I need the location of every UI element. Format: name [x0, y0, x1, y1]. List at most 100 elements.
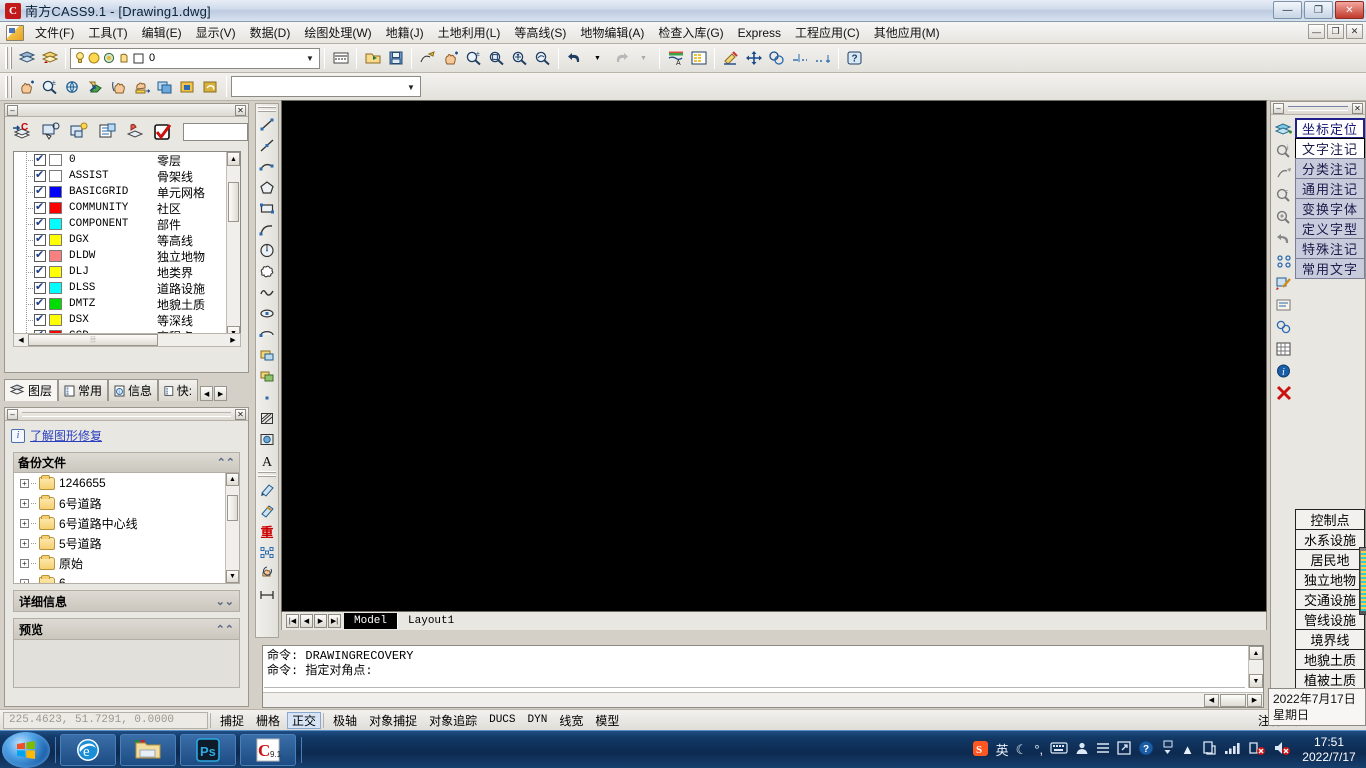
command-window[interactable]: 命令: DRAWINGRECOVERY 命令: 指定对角点: 命令: ▲ ▼ ◀…: [262, 645, 1264, 708]
globe-icon[interactable]: [61, 75, 84, 98]
toolbar-grip[interactable]: [5, 75, 12, 98]
cass-feature-pipeline[interactable]: 管线设施: [1295, 609, 1365, 630]
tab-model[interactable]: Model: [344, 613, 398, 629]
layer-color-swatch[interactable]: [49, 266, 62, 278]
sogou-icon[interactable]: S: [972, 740, 989, 760]
redraw-icon[interactable]: [256, 479, 278, 500]
expand-icon[interactable]: +: [20, 518, 29, 528]
chevron-up-icon[interactable]: ⌃⌃: [217, 456, 235, 469]
cass-menu-special-annotation[interactable]: 特殊注记: [1295, 238, 1365, 259]
layer-on-checkbox[interactable]: [34, 200, 46, 214]
chevron-up-icon[interactable]: ▲: [1181, 742, 1194, 757]
polygon-icon[interactable]: [256, 177, 278, 198]
undo-dropdown-icon[interactable]: ▼: [586, 47, 609, 70]
chevron-down-icon[interactable]: ▼: [404, 80, 418, 94]
chevron-down-icon[interactable]: ▼: [303, 52, 317, 66]
transform-icon[interactable]: [199, 75, 222, 98]
hatch-icon[interactable]: [256, 408, 278, 429]
list-item[interactable]: + 原始: [14, 553, 225, 573]
expand-icon[interactable]: +: [20, 558, 29, 568]
details-header[interactable]: 详细信息 ⌄⌄: [13, 590, 240, 612]
zoom-scale-icon[interactable]: ±: [38, 75, 61, 98]
scroll-up-icon[interactable]: ▲: [1249, 646, 1263, 660]
node-select-icon[interactable]: [1273, 250, 1295, 272]
minimize-button[interactable]: —: [1273, 1, 1302, 19]
undo-icon[interactable]: [563, 47, 586, 70]
zoom-object-icon[interactable]: [1273, 206, 1295, 228]
zoom-extents-icon[interactable]: [508, 47, 531, 70]
scroll-right-icon[interactable]: ▶: [1247, 693, 1262, 707]
clone-icon[interactable]: [1273, 316, 1295, 338]
layer-color-swatch[interactable]: [49, 314, 62, 326]
layer-on-checkbox[interactable]: [34, 152, 46, 166]
table-row[interactable]: COMMUNITY 社区: [14, 200, 226, 216]
zoom-query-icon[interactable]: i: [1273, 140, 1295, 162]
cass-menu-classified-annotation[interactable]: 分类注记: [1295, 158, 1365, 179]
tab-info[interactable]: i 信息: [108, 379, 159, 401]
scrollbar-thumb[interactable]: [228, 182, 239, 222]
line-icon[interactable]: [256, 114, 278, 135]
redo-icon[interactable]: [609, 47, 632, 70]
layer-filter-input[interactable]: [183, 123, 248, 141]
recovery-panel-close-button[interactable]: ✕: [235, 408, 246, 420]
menu-feature-edit[interactable]: 地物编辑(A): [573, 21, 651, 44]
revision-cloud-icon[interactable]: [256, 261, 278, 282]
layer-color-swatch[interactable]: [49, 170, 62, 182]
show-desktop-icon[interactable]: [1161, 740, 1174, 759]
ellipse-icon[interactable]: [256, 303, 278, 324]
zoom-window-icon[interactable]: [485, 47, 508, 70]
status-osnap-toggle[interactable]: 对象捕捉: [364, 712, 422, 729]
cass-feature-terrain[interactable]: 地貌土质: [1295, 649, 1365, 670]
chevron-up-icon[interactable]: ⌃⌃: [216, 623, 234, 636]
expand-icon[interactable]: +: [20, 478, 29, 488]
make-block-icon[interactable]: [256, 366, 278, 387]
taskbar-photoshop[interactable]: Ps: [180, 733, 236, 766]
cass-feature-water-facility[interactable]: 水系设施: [1295, 529, 1365, 550]
table-icon[interactable]: [687, 47, 710, 70]
cass-combo[interactable]: ▼: [231, 76, 421, 97]
rectangle-icon[interactable]: [256, 198, 278, 219]
status-snap-toggle[interactable]: 捕捉: [215, 712, 249, 729]
scroll-down-icon[interactable]: ▼: [1249, 674, 1263, 688]
cass-menu-common-text[interactable]: 常用文字: [1295, 258, 1365, 279]
last-tab-button[interactable]: ▶|: [328, 614, 341, 628]
list-item[interactable]: +6号道路: [14, 493, 225, 513]
table-row[interactable]: DSX 等深线: [14, 312, 226, 328]
delete-red-icon[interactable]: [1273, 382, 1295, 404]
status-otrack-toggle[interactable]: 对象追踪: [424, 712, 482, 729]
cass-menu-change-font[interactable]: 变换字体: [1295, 198, 1365, 219]
volume-mute-icon[interactable]: [1273, 740, 1291, 759]
layer-on-checkbox[interactable]: [34, 264, 46, 278]
taskbar-clock[interactable]: 17:51 2022/7/17: [1298, 733, 1360, 767]
layer-on-checkbox[interactable]: [34, 248, 46, 262]
layer-check-icon[interactable]: [151, 120, 175, 144]
undo-arc-icon[interactable]: [1273, 228, 1295, 250]
status-model-toggle[interactable]: 模型: [590, 712, 624, 729]
layer-color-swatch[interactable]: [49, 234, 62, 246]
layer-on-checkbox[interactable]: [34, 184, 46, 198]
search-icon[interactable]: [1273, 184, 1295, 206]
menu-view[interactable]: 显示(V): [189, 21, 243, 44]
expand-icon[interactable]: +: [20, 538, 29, 548]
next-tab-button[interactable]: ▶: [314, 614, 327, 628]
windows-start-icon[interactable]: [2, 731, 50, 768]
layer-color-swatch[interactable]: [49, 186, 62, 198]
menu-land-use[interactable]: 土地利用(L): [431, 21, 508, 44]
taskbar-internet-explorer[interactable]: e: [60, 733, 116, 766]
layers-icon[interactable]: [15, 47, 38, 70]
entity-query-icon[interactable]: [1273, 162, 1295, 184]
expand-icon[interactable]: +: [20, 578, 29, 583]
polyline-icon[interactable]: [256, 156, 278, 177]
redo-chinese-icon[interactable]: 重: [256, 521, 278, 542]
scroll-up-icon[interactable]: ▲: [226, 473, 239, 486]
open-drawing-icon[interactable]: [361, 47, 384, 70]
drawing-canvas[interactable]: [281, 100, 1267, 612]
cass-menu-coordinate-locate[interactable]: 坐标定位: [1295, 118, 1365, 139]
user-icon[interactable]: [1075, 741, 1089, 758]
layer-on-checkbox[interactable]: [34, 216, 46, 230]
render-icon[interactable]: A: [664, 47, 687, 70]
grip-edit-icon[interactable]: [256, 542, 278, 563]
menu-tools[interactable]: 工具(T): [81, 21, 134, 44]
new-layer-icon[interactable]: C: [11, 120, 35, 144]
list-item[interactable]: +6号道路中心线: [14, 513, 225, 533]
